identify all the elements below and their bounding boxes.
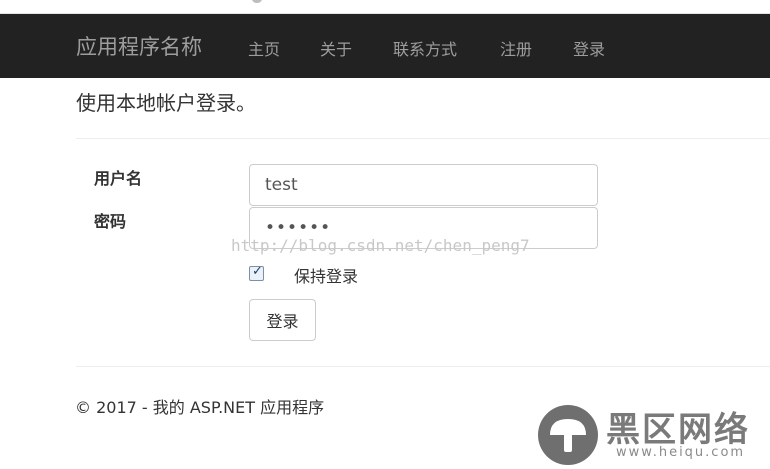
logo-url: www.heiqu.com	[616, 445, 746, 460]
password-label: 密码	[94, 212, 127, 231]
mushroom-icon	[538, 405, 598, 465]
login-button[interactable]: 登录	[249, 299, 316, 341]
divider-bottom	[76, 366, 770, 367]
divider-top	[76, 138, 770, 139]
navbar: 应用程序名称 主页 关于 联系方式 注册 登录	[0, 14, 770, 78]
partial-icon	[252, 0, 262, 3]
nav-item-contact[interactable]: 联系方式	[393, 36, 457, 60]
check-icon: ✓	[252, 264, 263, 279]
browser-top-strip	[0, 0, 770, 14]
nav-item-register[interactable]: 注册	[500, 36, 532, 60]
remember-checkbox[interactable]: ✓	[249, 264, 264, 281]
footer-copyright: © 2017 - 我的 ASP.NET 应用程序	[75, 398, 325, 417]
nav-item-login[interactable]: 登录	[573, 36, 605, 60]
site-logo: 黑区网络 www.heiqu.com	[536, 402, 770, 469]
logo-name: 黑区网络	[606, 410, 750, 450]
page-title: 使用本地帐户登录。	[76, 91, 256, 115]
remember-label: 保持登录	[294, 267, 359, 286]
username-input[interactable]	[249, 164, 598, 206]
username-label: 用户名	[94, 169, 143, 188]
navbar-brand[interactable]: 应用程序名称	[76, 31, 202, 61]
nav-item-about[interactable]: 关于	[320, 36, 352, 60]
nav-item-home[interactable]: 主页	[248, 36, 280, 60]
watermark-text: http://blog.csdn.net/chen_peng7	[231, 236, 530, 255]
